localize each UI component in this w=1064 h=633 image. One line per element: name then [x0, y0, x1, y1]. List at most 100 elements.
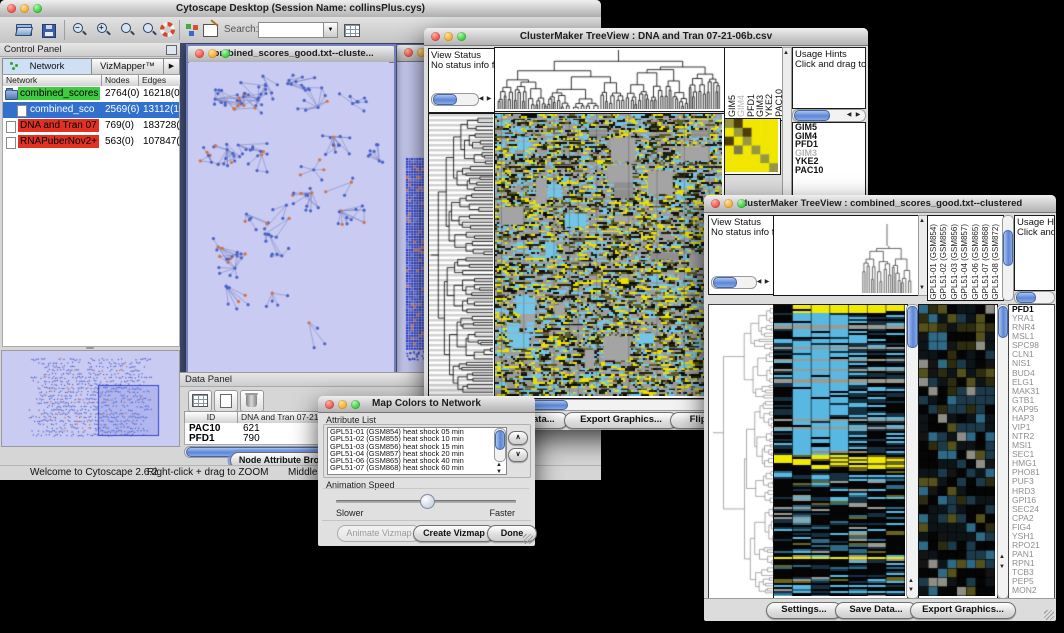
vizmapper-icon[interactable]	[185, 22, 200, 37]
scroll-left-icon[interactable]: ◀	[477, 95, 485, 103]
column-dendrogram-box[interactable]	[494, 47, 725, 112]
minimize-button[interactable]	[338, 400, 347, 409]
search-dropdown-icon[interactable]: ▼	[323, 22, 338, 38]
column-labels-panel[interactable]: GPL51-01 (GSM854)GPL51-02 (GSM855)GPL51-…	[927, 215, 1004, 301]
gene-labels-panel[interactable]: PFD1YRA1RNR4MSL1SPC98CLN1NIS1BUD4ELG1MAK…	[1008, 304, 1055, 599]
float-panel-icon[interactable]	[166, 45, 177, 55]
zoom-selected-icon[interactable]	[120, 22, 135, 37]
gene-label[interactable]: MON2	[1009, 586, 1054, 595]
resize-grip[interactable]	[523, 534, 533, 544]
zoom-button[interactable]	[221, 49, 230, 58]
heatmap-zoom-box[interactable]	[724, 118, 781, 175]
close-button[interactable]	[325, 400, 334, 409]
delete-attribute-button[interactable]	[240, 390, 264, 412]
scroll-left-icon[interactable]: ◀	[845, 111, 853, 119]
zoom-in-icon[interactable]: +	[96, 22, 111, 37]
scroll-down-icon[interactable]: ▼	[998, 563, 1006, 571]
scroll-left-icon[interactable]: ◀	[755, 278, 763, 286]
column-label[interactable]: GPL51-02 (GSM855)	[939, 224, 949, 300]
column-labels-panel[interactable]: GIM5GIM4PFD1GIM3YKE2PAC10	[724, 47, 784, 121]
treeview2-titlebar[interactable]: ClusterMaker TreeView : combined_scores_…	[704, 195, 1056, 213]
table-import-icon[interactable]	[344, 24, 360, 37]
column-label[interactable]: GPL51-06 (GSM865)	[971, 224, 981, 300]
column-label[interactable]: GIM5	[727, 95, 736, 117]
zoom-button[interactable]	[737, 199, 746, 208]
scroll-right-icon[interactable]: ▶	[763, 278, 771, 286]
splitter-handle[interactable]	[86, 347, 94, 349]
usage-hscrollbar[interactable]: ◀ ▶	[792, 109, 866, 122]
select-attributes-button[interactable]	[188, 390, 212, 412]
column-label[interactable]: GPL51-04 (GSM857)	[960, 224, 970, 300]
minimize-button[interactable]	[208, 49, 217, 58]
attribute-list[interactable]: GPL51-01 (GSM854) heat shock 05 minGPL51…	[327, 427, 507, 475]
scroll-up-icon[interactable]: ▲	[782, 49, 790, 57]
scroll-down-icon[interactable]: ▼	[495, 468, 503, 476]
network-row-combined-scores[interactable]: combined_scores 2764(0) 16218(0)	[3, 86, 179, 102]
tab-overflow-button[interactable]: ▶	[163, 58, 180, 75]
attribute-item[interactable]: GPL51-07 (GSM868) heat shock 60 min	[328, 464, 506, 471]
close-button[interactable]	[404, 48, 413, 57]
view-status-hscrollbar[interactable]	[431, 93, 479, 106]
help-icon[interactable]	[160, 22, 175, 37]
animate-vizmap-button[interactable]: Animate Vizmap	[337, 525, 421, 542]
main-window-titlebar[interactable]: Cytoscape Desktop (Session Name: collins…	[0, 0, 601, 18]
settings-button[interactable]: Settings...	[766, 602, 842, 619]
network-row-combined-sco-selected[interactable]: combined_sco 2569(6) 13112(15)	[3, 102, 179, 118]
network-overview-canvas[interactable]	[1, 350, 180, 447]
column-label[interactable]: GPL51-03 (GSM856)	[950, 224, 960, 300]
column-label[interactable]: GPL51-08 (GSM872)	[991, 224, 1001, 300]
zoom-fit-icon[interactable]	[142, 22, 157, 37]
export-graphics-button[interactable]: Export Graphics...	[910, 602, 1016, 619]
column-label[interactable]: PFD1	[746, 94, 755, 117]
network-row-rnapuber[interactable]: RNAPuberNov2+ 563(0) 107847(0)	[3, 134, 179, 150]
dialog-titlebar[interactable]: Map Colors to Network	[318, 396, 535, 413]
search-input[interactable]	[258, 22, 326, 38]
network-row-dna-tran[interactable]: DNA and Tran 07 769(0) 183728(0)	[3, 118, 179, 134]
treeview1-titlebar[interactable]: ClusterMaker TreeView : DNA and Tran 07-…	[424, 28, 868, 46]
column-labels-vscrollbar[interactable]	[1002, 215, 1014, 301]
open-file-icon[interactable]	[16, 24, 31, 35]
tab-vizmapper[interactable]: VizMapper™	[91, 58, 164, 75]
column-label[interactable]: GIM4	[736, 95, 745, 117]
scroll-right-icon[interactable]: ▶	[854, 111, 862, 119]
column-label[interactable]: GPL51-07 (GSM868)	[981, 224, 991, 300]
speed-slider-thumb[interactable]	[420, 494, 435, 509]
close-button[interactable]	[431, 32, 440, 41]
move-down-button[interactable]: ∨	[508, 448, 528, 462]
minimize-button[interactable]	[444, 32, 453, 41]
annotation-icon[interactable]	[203, 24, 218, 37]
usage-hscrollbar[interactable]	[1014, 291, 1055, 304]
zoom-button[interactable]	[33, 4, 42, 13]
heatmap-global-box[interactable]	[773, 304, 908, 599]
tab-network[interactable]: Network	[2, 58, 92, 75]
create-vizmap-button[interactable]: Create Vizmap	[413, 525, 495, 542]
column-dendrogram-box[interactable]	[773, 215, 919, 296]
resize-grip[interactable]	[1044, 610, 1054, 620]
scroll-down-icon[interactable]: ▼	[907, 586, 915, 594]
gene-label[interactable]: PAC10	[793, 166, 865, 175]
scroll-up-icon[interactable]: ▲	[907, 577, 915, 585]
scroll-up-icon[interactable]: ▲	[998, 553, 1006, 561]
column-label[interactable]: YKE2	[764, 94, 773, 117]
save-session-icon[interactable]	[42, 24, 56, 38]
scroll-down-icon[interactable]: ▼	[918, 284, 926, 292]
minimize-button[interactable]	[724, 199, 733, 208]
heatmap-global-box[interactable]	[494, 113, 725, 399]
new-attribute-button[interactable]	[214, 390, 238, 412]
attribute-list-vscrollbar[interactable]	[494, 428, 506, 462]
close-button[interactable]	[195, 49, 204, 58]
save-data-button[interactable]: Save Data...	[835, 602, 917, 619]
zoom-button[interactable]	[351, 400, 360, 409]
gene-label-list[interactable]: GIM5GIM4PFD1GIM3YKE2PAC10	[793, 123, 865, 175]
network-view-canvas[interactable]	[189, 62, 389, 370]
network-view-titlebar[interactable]: combined_scores_good.txt--cluste...	[188, 46, 394, 63]
heatmap-zoom-box[interactable]	[918, 304, 998, 599]
close-button[interactable]	[7, 4, 16, 13]
export-graphics-button[interactable]: Export Graphics...	[564, 412, 678, 429]
close-button[interactable]	[711, 199, 720, 208]
zoom-button[interactable]	[457, 32, 466, 41]
view-status-hscrollbar[interactable]	[711, 276, 757, 289]
column-label[interactable]: GPL51-01 (GSM854)	[929, 224, 939, 300]
zoom-out-icon[interactable]: −	[72, 22, 87, 37]
move-up-button[interactable]: ∧	[508, 431, 528, 445]
